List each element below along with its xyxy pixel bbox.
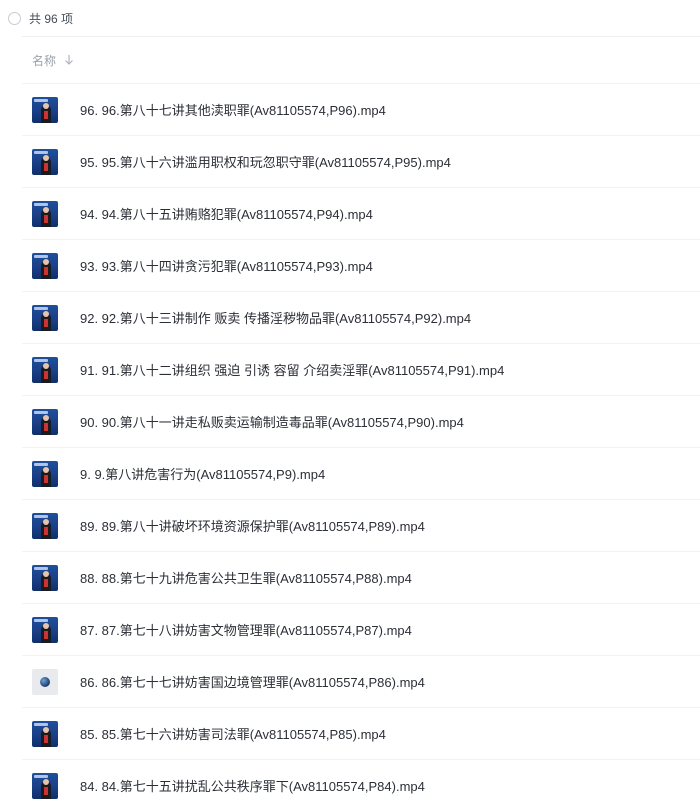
file-name[interactable]: 90. 90.第八十一讲走私贩卖运输制造毒品罪(Av81105574,P90).… [80, 412, 464, 431]
video-thumbnail-icon [32, 564, 58, 591]
file-name[interactable]: 86. 86.第七十七讲妨害国边境管理罪(Av81105574,P86).mp4 [80, 672, 425, 691]
file-name[interactable]: 93. 93.第八十四讲贪污犯罪(Av81105574,P93).mp4 [80, 256, 373, 275]
file-name[interactable]: 92. 92.第八十三讲制作 贩卖 传播淫秽物品罪(Av81105574,P92… [80, 308, 471, 327]
file-list: 96. 96.第八十七讲其他渎职罪(Av81105574,P96).mp4 95.… [0, 83, 700, 811]
sort-down-icon[interactable] [64, 54, 74, 66]
video-thumbnail-icon [32, 252, 58, 279]
file-row[interactable]: 91. 91.第八十二讲组织 强迫 引诱 容留 介绍卖淫罪(Av81105574… [22, 343, 700, 395]
file-name[interactable]: 84. 84.第七十五讲扰乱公共秩序罪下(Av81105574,P84).mp4 [80, 776, 425, 795]
file-name[interactable]: 88. 88.第七十九讲危害公共卫生罪(Av81105574,P88).mp4 [80, 568, 412, 587]
file-row[interactable]: 87. 87.第七十八讲妨害文物管理罪(Av81105574,P87).mp4 [22, 603, 700, 655]
file-row[interactable]: 92. 92.第八十三讲制作 贩卖 传播淫秽物品罪(Av81105574,P92… [22, 291, 700, 343]
file-name[interactable]: 89. 89.第八十讲破坏环境资源保护罪(Av81105574,P89).mp4 [80, 516, 425, 535]
video-thumbnail-icon [32, 720, 58, 747]
file-row[interactable]: 9. 9.第八讲危害行为(Av81105574,P9).mp4 [22, 447, 700, 499]
video-thumbnail-icon [32, 460, 58, 487]
video-thumbnail-icon [32, 512, 58, 539]
select-all-checkbox[interactable] [8, 11, 21, 25]
file-row[interactable]: 94. 94.第八十五讲贿赂犯罪(Av81105574,P94).mp4 [22, 187, 700, 239]
item-count: 共 96 项 [29, 11, 74, 26]
file-row[interactable]: 96. 96.第八十七讲其他渎职罪(Av81105574,P96).mp4 [22, 83, 700, 135]
video-thumbnail-icon [32, 304, 58, 331]
video-thumbnail-icon [32, 668, 58, 695]
video-thumbnail-icon [32, 772, 58, 799]
file-row[interactable]: 88. 88.第七十九讲危害公共卫生罪(Av81105574,P88).mp4 [22, 551, 700, 603]
file-name[interactable]: 85. 85.第七十六讲妨害司法罪(Av81105574,P85).mp4 [80, 724, 386, 743]
file-name[interactable]: 96. 96.第八十七讲其他渎职罪(Av81105574,P96).mp4 [80, 100, 386, 119]
video-thumbnail-icon [32, 356, 58, 383]
file-row[interactable]: 89. 89.第八十讲破坏环境资源保护罪(Av81105574,P89).mp4 [22, 499, 700, 551]
video-thumbnail-icon [32, 616, 58, 643]
file-row[interactable]: 90. 90.第八十一讲走私贩卖运输制造毒品罪(Av81105574,P90).… [22, 395, 700, 447]
video-thumbnail-icon [32, 200, 58, 227]
file-row[interactable]: 95. 95.第八十六讲滥用职权和玩忽职守罪(Av81105574,P95).m… [22, 135, 700, 187]
column-header: 名称 [0, 37, 700, 83]
file-name[interactable]: 9. 9.第八讲危害行为(Av81105574,P9).mp4 [80, 464, 325, 483]
file-row[interactable]: 84. 84.第七十五讲扰乱公共秩序罪下(Av81105574,P84).mp4 [22, 759, 700, 811]
video-thumbnail-icon [32, 96, 58, 123]
file-name[interactable]: 95. 95.第八十六讲滥用职权和玩忽职守罪(Av81105574,P95).m… [80, 152, 451, 171]
name-column-header[interactable]: 名称 [32, 52, 56, 69]
toolbar: 共 96 项 [0, 0, 700, 36]
file-name[interactable]: 91. 91.第八十二讲组织 强迫 引诱 容留 介绍卖淫罪(Av81105574… [80, 360, 504, 379]
video-thumbnail-icon [32, 408, 58, 435]
file-row[interactable]: 93. 93.第八十四讲贪污犯罪(Av81105574,P93).mp4 [22, 239, 700, 291]
file-row[interactable]: 86. 86.第七十七讲妨害国边境管理罪(Av81105574,P86).mp4 [22, 655, 700, 707]
file-name[interactable]: 87. 87.第七十八讲妨害文物管理罪(Av81105574,P87).mp4 [80, 620, 412, 639]
video-thumbnail-icon [32, 148, 58, 175]
file-name[interactable]: 94. 94.第八十五讲贿赂犯罪(Av81105574,P94).mp4 [80, 204, 373, 223]
file-row[interactable]: 85. 85.第七十六讲妨害司法罪(Av81105574,P85).mp4 [22, 707, 700, 759]
